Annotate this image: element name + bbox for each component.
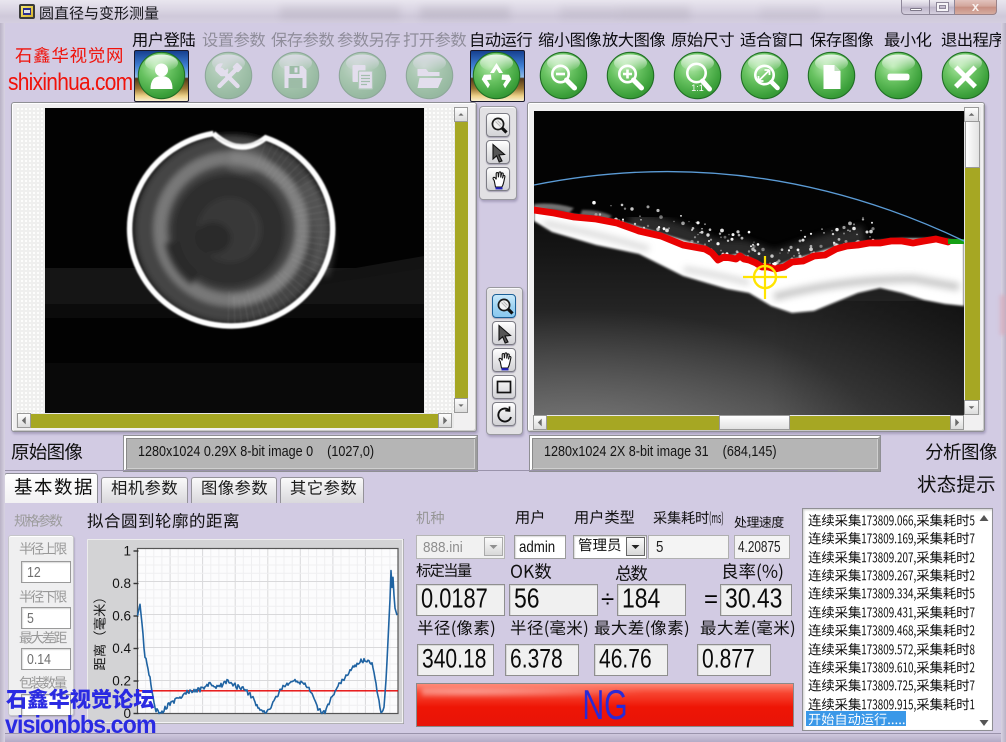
svg-text:0.4: 0.4 [112, 641, 131, 656]
svg-text:1: 1 [123, 544, 131, 559]
svg-text:1:1: 1:1 [691, 83, 704, 93]
svg-text:0.6: 0.6 [112, 609, 131, 624]
svg-text:0.8: 0.8 [112, 576, 131, 591]
svg-text:0.2: 0.2 [112, 674, 131, 689]
